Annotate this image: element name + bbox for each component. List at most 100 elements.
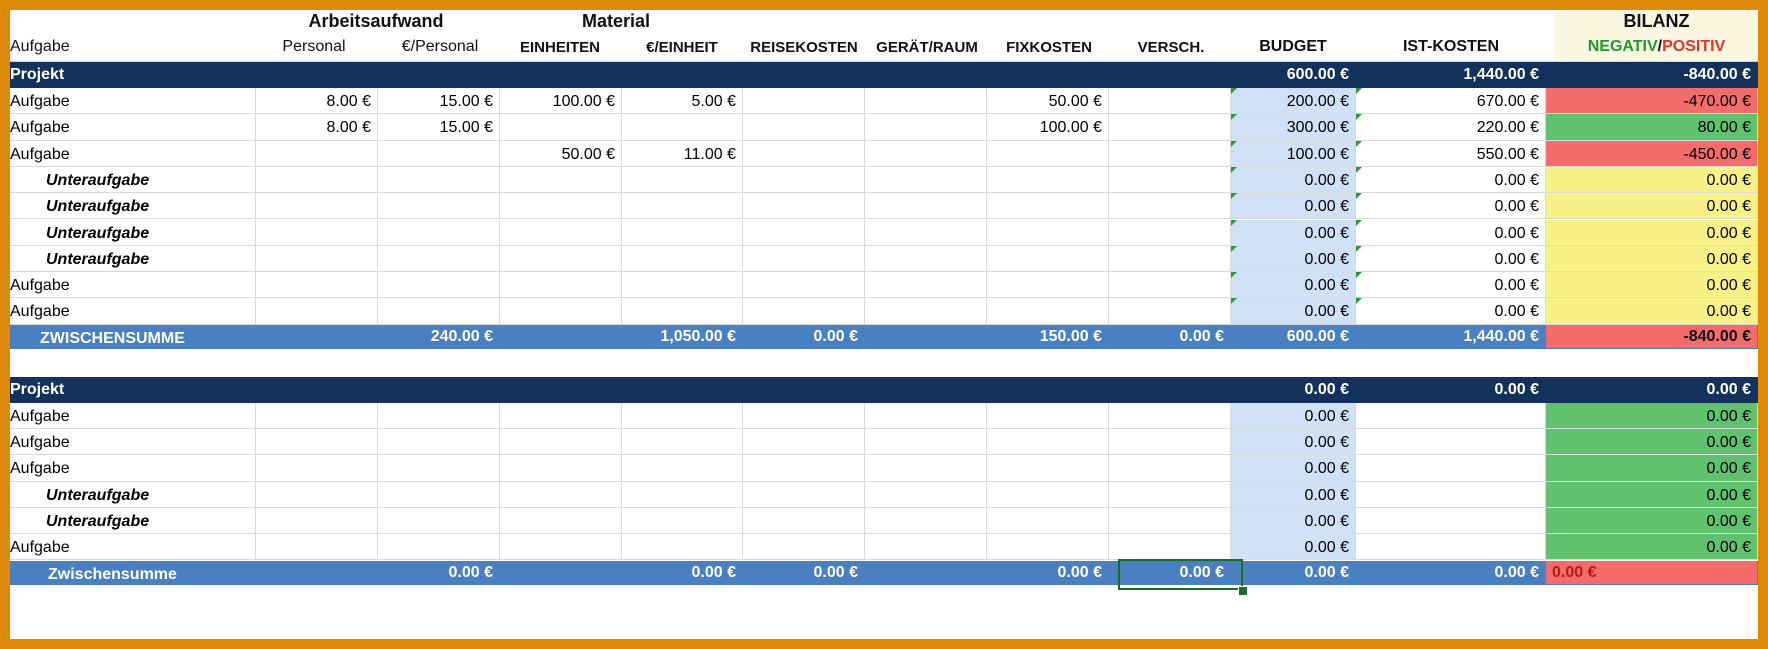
cell-task[interactable]: Aufgabe xyxy=(10,272,256,299)
cell-equipment[interactable] xyxy=(865,166,987,194)
cell-equipment[interactable] xyxy=(865,507,987,535)
cell-units[interactable] xyxy=(500,245,622,273)
cell-travel[interactable] xyxy=(743,455,865,482)
cell-misc[interactable] xyxy=(1109,166,1231,194)
cell-eur-unit[interactable] xyxy=(622,245,743,273)
cell-equipment[interactable] xyxy=(865,481,987,508)
cell-budget[interactable]: 0.00 € xyxy=(1231,272,1356,299)
cell-units[interactable] xyxy=(500,298,622,325)
cell-task[interactable]: Unteraufgabe xyxy=(10,219,256,246)
cell-budget[interactable]: 0.00 € xyxy=(1231,219,1356,246)
cell-personal[interactable] xyxy=(256,245,378,273)
cell-balance[interactable]: 0.00 € xyxy=(1546,193,1758,220)
cell-misc[interactable] xyxy=(1109,219,1231,246)
cell-units[interactable] xyxy=(500,114,622,141)
subtotal-travel[interactable]: 0.00 € xyxy=(743,324,865,349)
cell-budget[interactable]: 200.00 € xyxy=(1231,88,1356,115)
cell-budget[interactable]: 0.00 € xyxy=(1231,534,1356,561)
cell-eur-personal[interactable] xyxy=(378,219,500,246)
cell-misc[interactable] xyxy=(1109,193,1231,220)
cell-task[interactable]: Aufgabe xyxy=(10,429,256,456)
cell-fixed[interactable] xyxy=(987,166,1109,194)
cell-eur-unit[interactable] xyxy=(622,507,743,535)
cell-fixed[interactable]: 50.00 € xyxy=(987,88,1109,115)
cell-task[interactable]: Aufgabe xyxy=(10,455,256,482)
cell-units[interactable] xyxy=(500,166,622,194)
cell-eur-personal[interactable]: 15.00 € xyxy=(378,114,500,141)
project-actual[interactable]: 1,440.00 € xyxy=(1356,62,1546,88)
cell-eur-personal[interactable] xyxy=(378,298,500,325)
cell-personal[interactable] xyxy=(256,166,378,194)
cell-actual[interactable]: 670.00 € xyxy=(1356,88,1546,115)
cell-equipment[interactable] xyxy=(865,219,987,246)
cell-balance[interactable]: 0.00 € xyxy=(1546,219,1758,246)
cell-actual[interactable]: 0.00 € xyxy=(1356,219,1546,246)
active-cell-selection[interactable] xyxy=(1118,559,1243,590)
cell-actual[interactable]: 0.00 € xyxy=(1356,193,1546,220)
cell-units[interactable] xyxy=(500,272,622,299)
cell-eur-unit[interactable]: 5.00 € xyxy=(622,88,743,115)
cell-actual[interactable] xyxy=(1356,507,1546,535)
cell-eur-personal[interactable] xyxy=(378,455,500,482)
cell-eur-unit[interactable] xyxy=(622,193,743,220)
cell-actual[interactable] xyxy=(1356,534,1546,561)
cell-eur-personal[interactable] xyxy=(378,534,500,561)
cell-budget[interactable]: 0.00 € xyxy=(1231,481,1356,508)
cell-budget[interactable]: 0.00 € xyxy=(1231,193,1356,220)
cell-task[interactable]: Unteraufgabe xyxy=(10,481,256,508)
cell-equipment[interactable] xyxy=(865,114,987,141)
cell-units[interactable] xyxy=(500,481,622,508)
cell-eur-personal[interactable] xyxy=(378,193,500,220)
subtotal-misc[interactable]: 0.00 € xyxy=(1109,324,1231,349)
cell-eur-unit[interactable] xyxy=(622,402,743,429)
subtotal-balance[interactable]: -840.00 € xyxy=(1546,324,1758,349)
cell-fixed[interactable] xyxy=(987,193,1109,220)
cell-misc[interactable] xyxy=(1109,507,1231,535)
subtotal-budget[interactable]: 0.00 € xyxy=(1231,560,1356,585)
cell-units[interactable]: 100.00 € xyxy=(500,88,622,115)
cell-eur-personal[interactable] xyxy=(378,429,500,456)
cell-balance[interactable]: -450.00 € xyxy=(1546,140,1758,167)
cell-eur-personal[interactable] xyxy=(378,402,500,429)
cell-equipment[interactable] xyxy=(865,245,987,273)
cell-actual[interactable] xyxy=(1356,455,1546,482)
cell-equipment[interactable] xyxy=(865,455,987,482)
cell-balance[interactable]: 0.00 € xyxy=(1546,534,1758,561)
cell-fixed[interactable]: 100.00 € xyxy=(987,114,1109,141)
cell-units[interactable] xyxy=(500,534,622,561)
cell-travel[interactable] xyxy=(743,481,865,508)
cell-task[interactable]: Aufgabe xyxy=(10,140,256,167)
cell-balance[interactable]: 0.00 € xyxy=(1546,507,1758,535)
cell-personal[interactable] xyxy=(256,534,378,561)
cell-eur-personal[interactable] xyxy=(378,166,500,194)
subtotal-fixed[interactable]: 150.00 € xyxy=(987,324,1109,349)
subtotal-actual[interactable]: 1,440.00 € xyxy=(1356,324,1546,349)
cell-eur-unit[interactable] xyxy=(622,298,743,325)
cell-equipment[interactable] xyxy=(865,402,987,429)
cell-eur-unit[interactable] xyxy=(622,219,743,246)
cell-fixed[interactable] xyxy=(987,272,1109,299)
cell-eur-personal[interactable] xyxy=(378,140,500,167)
cell-eur-unit[interactable] xyxy=(622,429,743,456)
cell-eur-unit[interactable] xyxy=(622,534,743,561)
cell-eur-personal[interactable] xyxy=(378,481,500,508)
subtotal-eur-unit[interactable]: 1,050.00 € xyxy=(622,324,743,349)
cell-personal[interactable] xyxy=(256,481,378,508)
cell-fixed[interactable] xyxy=(987,219,1109,246)
cell-personal[interactable] xyxy=(256,298,378,325)
cell-actual[interactable]: 220.00 € xyxy=(1356,114,1546,141)
cell-actual[interactable]: 550.00 € xyxy=(1356,140,1546,167)
cell-budget[interactable]: 0.00 € xyxy=(1231,166,1356,194)
subtotal-balance[interactable]: 0.00 € xyxy=(1546,560,1758,585)
cell-misc[interactable] xyxy=(1109,272,1231,299)
cell-personal[interactable] xyxy=(256,429,378,456)
cell-eur-personal[interactable] xyxy=(378,272,500,299)
cell-personal[interactable] xyxy=(256,272,378,299)
cell-travel[interactable] xyxy=(743,402,865,429)
project-balance[interactable]: 0.00 € xyxy=(1546,376,1758,403)
cell-task[interactable]: Aufgabe xyxy=(10,114,256,141)
cell-personal[interactable]: 8.00 € xyxy=(256,114,378,141)
cell-fixed[interactable] xyxy=(987,481,1109,508)
cell-misc[interactable] xyxy=(1109,140,1231,167)
cell-equipment[interactable] xyxy=(865,88,987,115)
